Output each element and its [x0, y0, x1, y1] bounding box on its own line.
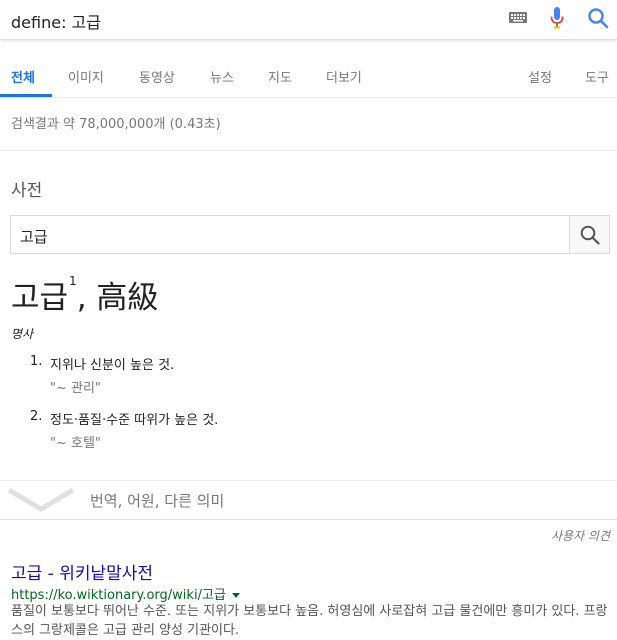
chevron-down-icon[interactable] [8, 487, 74, 513]
headword: 고급1, 高級 [11, 272, 158, 317]
part-of-speech: 명사 [11, 327, 34, 341]
more-meanings-link[interactable]: 번역, 어원, 다른 의미 [90, 490, 224, 511]
tab-tools[interactable]: 도구 [585, 67, 609, 86]
search-bar: define: 고급 [0, 0, 617, 40]
sense-definition: 정도·품질·수준 따위가 높은 것. [50, 413, 219, 428]
result-stats: 검색결과 약 78,000,000개 (0.43초) [11, 117, 221, 132]
microphone-icon[interactable] [550, 7, 564, 29]
sense-number: 2. [30, 409, 43, 424]
tab-news[interactable]: 뉴스 [210, 67, 234, 86]
headword-superscript: 1 [69, 274, 77, 288]
tab-maps[interactable]: 지도 [268, 67, 292, 86]
search-query[interactable]: define: 고급 [11, 9, 101, 33]
dictionary-heading: 사전 [11, 181, 43, 201]
active-tab-indicator [0, 94, 52, 97]
result-snippet: 품질이 보통보다 뛰어난 수준. 또는 지위가 보통보다 높음. 허영심에 사로… [11, 604, 608, 638]
search-tabs: 전체 이미지 동영상 뉴스 지도 더보기 설정 도구 [0, 40, 617, 98]
dictionary-search-input[interactable]: 고급 [20, 226, 48, 247]
tab-settings[interactable]: 설정 [528, 67, 552, 86]
divider [0, 150, 617, 151]
search-icon[interactable] [587, 7, 609, 29]
sense-definition: 지위나 신분이 높은 것. [50, 358, 175, 373]
result-url[interactable]: https://ko.wiktionary.org/wiki/고급 [11, 584, 240, 603]
divider [0, 480, 617, 481]
dictionary-search-field[interactable]: 고급 [10, 215, 610, 254]
caret-down-icon[interactable] [231, 593, 240, 598]
sense-number: 1. [30, 354, 43, 369]
tab-more[interactable]: 더보기 [326, 67, 362, 86]
sense-example: "~ 호텔" [50, 436, 101, 451]
tab-videos[interactable]: 동영상 [139, 67, 175, 86]
feedback-link[interactable]: 사용자 의견 [551, 527, 610, 544]
headword-hanja: , 高級 [76, 280, 159, 316]
result-title-link[interactable]: 고급 - 위키낱말사전 [11, 559, 153, 584]
result-url-text: https://ko.wiktionary.org/wiki/고급 [11, 588, 226, 603]
tab-images[interactable]: 이미지 [68, 67, 104, 86]
headword-text: 고급 [11, 280, 69, 316]
sense-example: "~ 관리" [50, 381, 101, 396]
search-icon [580, 225, 600, 245]
keyboard-icon[interactable] [509, 12, 527, 23]
dictionary-search-button[interactable] [569, 216, 609, 253]
tab-all[interactable]: 전체 [11, 67, 35, 86]
divider [0, 519, 617, 520]
